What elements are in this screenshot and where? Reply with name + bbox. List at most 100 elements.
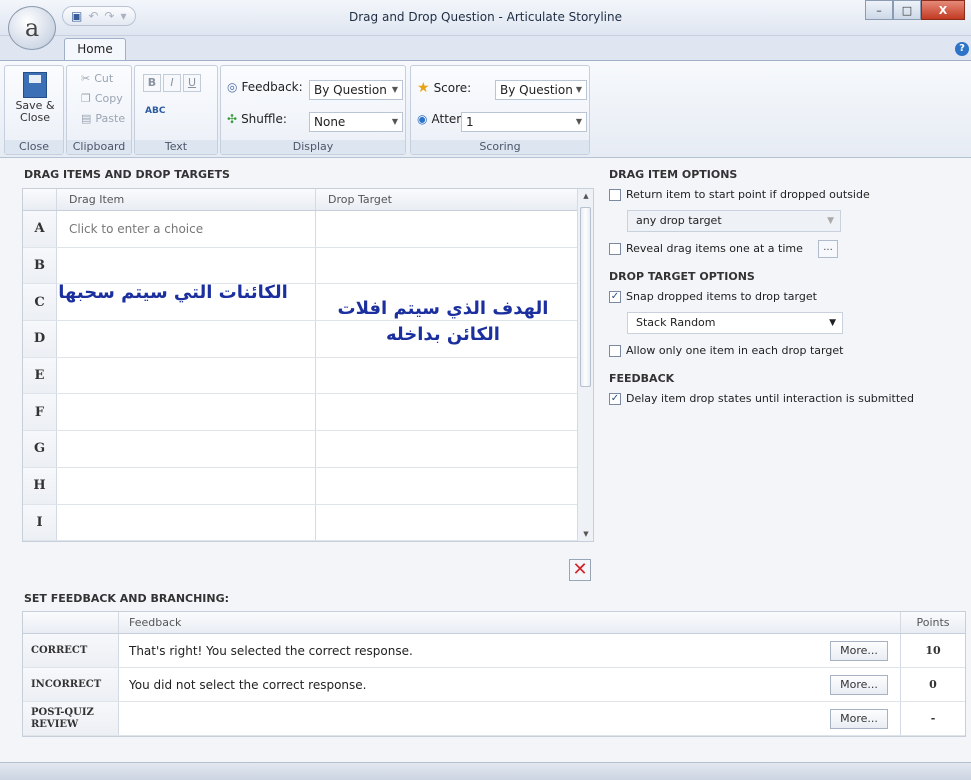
attempts-select[interactable]: 1 ▼ — [461, 112, 587, 132]
drop-target-cell[interactable] — [316, 505, 578, 541]
main-panel: DRAG ITEMS AND DROP TARGETS Drag Item Dr… — [0, 158, 971, 762]
reveal-settings-button[interactable]: ... — [818, 240, 838, 258]
bold-button[interactable]: B — [143, 74, 161, 92]
table-row[interactable]: E — [23, 357, 593, 395]
close-group: Save & Close Close — [4, 65, 64, 155]
chevron-down-icon: ▼ — [829, 318, 836, 328]
table-row[interactable]: I — [23, 504, 593, 542]
save-close-label: Save & Close — [15, 99, 55, 124]
row-letter: H — [23, 467, 57, 504]
text-group: B I U ABC Text — [134, 65, 218, 155]
drag-item-cell[interactable] — [57, 394, 316, 431]
shuffle-select-value: None — [314, 115, 346, 129]
return-item-checkbox[interactable] — [609, 188, 621, 201]
drag-item-cell[interactable]: Click to enter a choice — [57, 211, 316, 247]
delete-icon[interactable]: ✕ — [569, 559, 591, 581]
feedback-text-field[interactable]: You did not select the correct response.… — [119, 668, 901, 701]
paste-button[interactable]: ▤ Paste — [81, 112, 125, 125]
points-field[interactable]: 0 — [901, 668, 965, 701]
drop-target-cell[interactable] — [316, 394, 578, 430]
feedback-row-label: INCORRECT — [23, 668, 119, 701]
score-select[interactable]: By Question ▼ — [495, 80, 587, 100]
return-target-select[interactable]: any drop target ▼ — [627, 210, 841, 232]
feedback-options-title: FEEDBACK — [609, 372, 675, 385]
allow-one-option[interactable]: Allow only one item in each drop target — [609, 344, 843, 357]
feedback-text: You did not select the correct response. — [129, 677, 367, 692]
save-close-button[interactable]: Save & Close — [9, 68, 61, 124]
reveal-items-checkbox[interactable] — [609, 242, 621, 255]
feedback-select[interactable]: By Question ▼ — [309, 80, 403, 100]
scroll-up-icon[interactable]: ▲ — [578, 189, 594, 203]
underline-button[interactable]: U — [183, 74, 201, 92]
drop-target-cell[interactable] — [316, 431, 578, 467]
drop-target-cell[interactable] — [316, 248, 578, 284]
drag-item-cell[interactable] — [57, 467, 316, 504]
copy-label: Copy — [94, 92, 123, 105]
annotation-drop-target: الهدف الذي سيتم افلات الكائن بداخله — [337, 298, 549, 345]
row-letter: D — [23, 321, 57, 357]
table-row[interactable]: H — [23, 467, 593, 505]
drag-item-cell[interactable] — [57, 321, 316, 357]
drag-item-cell[interactable] — [57, 357, 316, 394]
feedback-text-field[interactable]: More... — [119, 702, 901, 735]
cut-button[interactable]: ✂ Cut — [81, 72, 113, 85]
grid-header-corner — [23, 189, 57, 210]
scroll-thumb[interactable] — [580, 207, 591, 387]
feedback-text: That's right! You selected the correct r… — [129, 643, 413, 658]
app-menu-button[interactable]: a — [8, 6, 56, 50]
feedback-table-body: CORRECT That's right! You selected the co… — [23, 634, 965, 736]
drag-item-cell[interactable] — [57, 504, 316, 541]
grid-scrollbar[interactable]: ▲ ▼ — [577, 189, 594, 542]
minimize-button[interactable]: – — [865, 0, 893, 20]
close-button[interactable]: X — [921, 0, 965, 20]
more-button[interactable]: More... — [830, 641, 888, 661]
shuffle-label: ✣ Shuffle: — [227, 112, 287, 126]
help-icon[interactable]: ? — [955, 42, 969, 56]
table-row[interactable]: G — [23, 431, 593, 468]
stack-select-value: Stack Random — [636, 316, 716, 329]
text-group-label: Text — [135, 140, 217, 154]
feedback-row: CORRECT That's right! You selected the co… — [23, 634, 965, 668]
drop-target-cell[interactable] — [316, 358, 578, 394]
copy-button[interactable]: ❐ Copy — [81, 92, 123, 105]
shuffle-label-text: Shuffle: — [241, 112, 287, 126]
stack-select[interactable]: Stack Random ▼ — [627, 312, 843, 334]
drop-target-cell[interactable] — [316, 468, 578, 504]
more-button[interactable]: More... — [830, 709, 888, 729]
table-row[interactable]: B — [23, 247, 593, 285]
feedback-table-header: Feedback Points — [23, 612, 965, 634]
spell-check-icon[interactable]: ABC — [145, 106, 165, 126]
points-field[interactable]: - — [901, 702, 965, 735]
row-letter: E — [23, 357, 57, 394]
points-field[interactable]: 10 — [901, 634, 965, 667]
reveal-items-label: Reveal drag items one at a time — [626, 242, 803, 255]
row-letter: A — [23, 211, 57, 247]
tab-home[interactable]: Home — [64, 38, 126, 60]
feedback-table: Feedback Points CORRECT That's right! You… — [22, 611, 966, 737]
allow-one-checkbox[interactable] — [609, 344, 621, 357]
shuffle-select[interactable]: None ▼ — [309, 112, 403, 132]
drop-target-cell[interactable] — [316, 211, 578, 247]
table-row[interactable]: F — [23, 394, 593, 432]
maximize-button[interactable]: □ — [893, 0, 921, 20]
paste-label: Paste — [95, 112, 126, 125]
table-row[interactable]: A Click to enter a choice — [23, 211, 593, 248]
snap-checkbox[interactable]: ✓ — [609, 290, 621, 303]
drag-item-cell[interactable] — [57, 431, 316, 467]
feedback-text-field[interactable]: That's right! You selected the correct r… — [119, 634, 901, 667]
return-item-option[interactable]: Return item to start point if dropped ou… — [609, 188, 870, 201]
clipboard-group: ✂ Cut ❐ Copy ▤ Paste Clipboard — [66, 65, 132, 155]
allow-one-label: Allow only one item in each drop target — [626, 344, 844, 357]
score-label-text: Score: — [433, 81, 472, 95]
drag-item-cell[interactable] — [57, 247, 316, 284]
more-button[interactable]: More... — [830, 675, 888, 695]
window-controls: – □ X — [865, 0, 965, 20]
delay-checkbox[interactable]: ✓ — [609, 392, 621, 405]
italic-button[interactable]: I — [163, 74, 181, 92]
snap-option[interactable]: ✓ Snap dropped items to drop target — [609, 290, 817, 303]
feedback-row-label: CORRECT — [23, 634, 119, 667]
cut-label: Cut — [94, 72, 114, 85]
scroll-down-icon[interactable]: ▼ — [578, 527, 594, 541]
reveal-items-option[interactable]: Reveal drag items one at a time — [609, 242, 803, 255]
delay-option[interactable]: ✓ Delay item drop states until interacti… — [609, 392, 914, 405]
